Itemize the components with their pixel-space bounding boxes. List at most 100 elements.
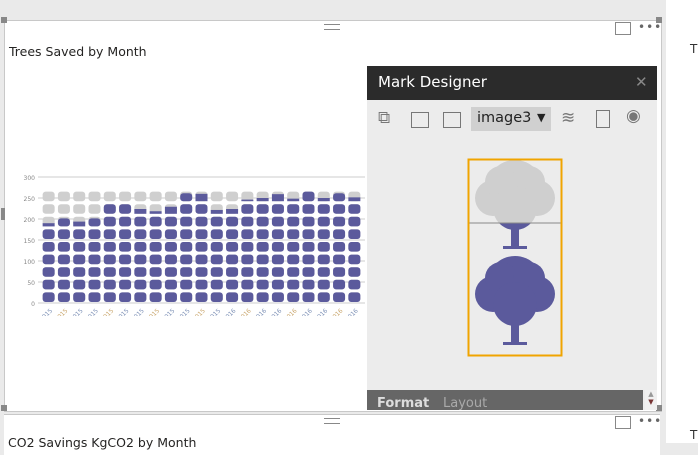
focus-mode-icon[interactable] (615, 22, 631, 35)
tree-icon-filled (210, 279, 223, 290)
tree-icon-filled (348, 204, 361, 214)
text-icon[interactable] (411, 112, 429, 128)
tree-icon-filled (119, 242, 132, 252)
tree-icon-filled (180, 292, 193, 302)
resize-handle[interactable] (1, 405, 7, 411)
tree-icon-filled (271, 194, 284, 202)
tree-icon-filled (256, 242, 269, 252)
tree-icon-filled (195, 292, 208, 302)
tree-icon-filled (287, 292, 300, 302)
tree-icon-filled (226, 209, 239, 214)
tree-icon-filled (317, 242, 330, 252)
tree-icon-filled (88, 292, 101, 302)
tree-icon-filled (149, 211, 162, 214)
resize-handle[interactable] (1, 17, 7, 23)
tree-icon-filled (149, 216, 162, 227)
tree-icon-empty (73, 191, 86, 202)
tree-icon-filled (134, 209, 147, 214)
close-icon[interactable]: ✕ (635, 73, 648, 91)
tree-icon-filled (226, 242, 239, 252)
tree-icon-filled (149, 242, 162, 252)
tree-icon-empty (210, 191, 223, 202)
tab-layout[interactable]: Layout (443, 396, 487, 410)
tree-icon-filled (42, 242, 55, 252)
chevron-down-icon: ▼ (537, 111, 546, 124)
more-options-button[interactable]: ••• (638, 414, 662, 428)
trash-icon[interactable] (596, 110, 610, 128)
layers-icon[interactable]: ≋ (561, 108, 575, 128)
tree-icon-filled (317, 254, 330, 265)
tree-icon-filled (134, 279, 147, 290)
tree-icon-filled (57, 254, 70, 265)
tree-icon-empty (103, 191, 116, 202)
tree-icon-filled (333, 193, 346, 202)
drag-handle-icon[interactable] (324, 418, 340, 424)
right-text: T (690, 42, 698, 56)
tree-icon-filled (241, 254, 254, 265)
tree-icon-filled (348, 292, 361, 302)
tree-icon-filled (42, 292, 55, 302)
tree-icon-filled (210, 242, 223, 252)
shapes-icon[interactable]: ⧉ (378, 108, 390, 128)
image-icon[interactable] (443, 112, 461, 128)
x-tick-label: Jan-2015 (30, 307, 55, 316)
tree-icon-filled (210, 229, 223, 239)
tree-icon-filled (119, 279, 132, 290)
tree-icon-filled (302, 204, 315, 214)
tree-icon-filled (73, 229, 86, 239)
tree-icon-filled (149, 267, 162, 277)
mark-select-dropdown[interactable]: image3 ▼ (471, 107, 551, 131)
tree-icon-filled (256, 254, 269, 265)
y-tick-label: 300 (24, 175, 36, 182)
y-tick-label: 0 (31, 301, 35, 308)
tree-icon-filled (164, 267, 177, 277)
tree-icon-filled (241, 229, 254, 239)
tree-icon-filled (241, 279, 254, 290)
tree-icon-filled (226, 254, 239, 265)
tree-icon-filled (180, 267, 193, 277)
tree-icon-filled (42, 254, 55, 265)
tree-icon-filled (42, 229, 55, 239)
tree-icon-filled (103, 292, 116, 302)
tree-icon-filled (164, 216, 177, 227)
drag-handle-icon[interactable] (324, 24, 340, 30)
resize-handle[interactable] (656, 17, 662, 23)
tree-icon-filled (210, 267, 223, 277)
tree-icon-filled (103, 204, 116, 214)
tree-icon-filled (210, 209, 223, 214)
eye-icon[interactable]: ◉ (626, 106, 641, 126)
tree-icon-filled (42, 279, 55, 290)
tree-icon-filled (134, 267, 147, 277)
pictograph-chart: 050100150200250300Jan-2015Feb-2015Mar-20… (24, 175, 365, 316)
tree-icon-filled (287, 229, 300, 239)
tree-icon-filled (287, 267, 300, 277)
tree-icon-filled (57, 267, 70, 277)
tree-icon-filled (149, 254, 162, 265)
y-tick-label: 150 (24, 238, 36, 245)
tree-icon-filled (256, 198, 269, 202)
resize-handle[interactable] (1, 208, 5, 220)
tree-icon-empty (88, 204, 101, 214)
tree-icon-filled (88, 267, 101, 277)
tree-icon-filled (333, 229, 346, 239)
tree-icon-filled (134, 229, 147, 239)
mark-canvas[interactable] (467, 158, 565, 358)
tree-icon-filled (88, 229, 101, 239)
tree-icon-filled (119, 229, 132, 239)
tree-icon-filled (287, 254, 300, 265)
tree-icon-empty (42, 191, 55, 202)
tree-icon-filled (317, 229, 330, 239)
tree-icon-filled (73, 242, 86, 252)
tree-icon-empty (149, 191, 162, 202)
tab-format[interactable]: Format (377, 396, 429, 410)
tree-icon-filled (57, 292, 70, 302)
tree-icon-filled (57, 242, 70, 252)
tree-icon-filled (302, 254, 315, 265)
focus-mode-icon[interactable] (615, 416, 631, 429)
tree-icon-filled (164, 242, 177, 252)
dropdown-value: image3 (477, 110, 532, 126)
tree-icon-filled (302, 229, 315, 239)
tree-icon-empty (57, 204, 70, 214)
scrollbar[interactable]: ▲ ▼ (645, 390, 657, 410)
y-tick-label: 50 (27, 280, 35, 287)
